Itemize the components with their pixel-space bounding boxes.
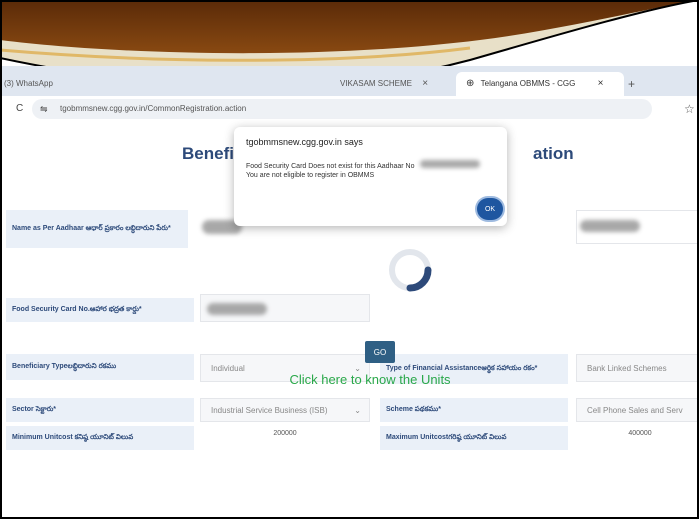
close-icon[interactable]: × (598, 78, 604, 89)
dialog-title: tgobmmsnew.cgg.gov.in says (246, 137, 363, 147)
go-button[interactable]: GO (365, 341, 395, 363)
globe-icon: ⊕ (466, 78, 475, 89)
tab-label: VIKASAM SCHEME (340, 79, 413, 88)
max-unitcost-label: Maximum Unitcostగరిష్ఠ యూనిట్ విలువ (380, 426, 568, 450)
min-unitcost-label: Minimum Unitcost కనిష్ఠ యూనిట్ విలువ (6, 426, 194, 450)
name-field-right[interactable] (576, 210, 699, 244)
units-link[interactable]: Click here to know the Units (0, 372, 699, 387)
loading-spinner-icon (389, 249, 432, 292)
page-title-end: ation (533, 144, 574, 163)
min-unitcost-value: 200000 (273, 430, 297, 437)
address-bar: C ⇋ tgobmmsnew.cgg.gov.in/CommonRegistra… (0, 96, 699, 123)
site-settings-icon[interactable]: ⇋ (40, 99, 48, 119)
tab-label: (3) WhatsApp (4, 79, 53, 88)
scheme-label: Scheme పథకము* (380, 398, 568, 422)
dialog-message-line1: Food Security Card Does not exist for th… (246, 160, 481, 170)
chevron-down-icon: ⌄ (354, 405, 361, 415)
reload-icon[interactable]: C (16, 96, 23, 122)
select-value: Industrial Service Business (ISB) (211, 405, 328, 415)
tab-label: Telangana OBMMS - CGG (480, 79, 576, 88)
select-value: Cell Phone Sales and Serv (587, 405, 683, 415)
food-security-label: Food Security Card No.ఆహార భద్రత కార్డు* (6, 298, 194, 322)
card-redacted (207, 303, 267, 315)
browser-tab-bar: (3) WhatsApp VIKASAM SCHEME × ⊕ Telangan… (0, 66, 699, 96)
scheme-select[interactable]: Cell Phone Sales and Serv (576, 398, 699, 422)
alert-dialog: tgobmmsnew.cgg.gov.in says Food Security… (234, 127, 507, 226)
tab-vikasam[interactable]: VIKASAM SCHEME × (340, 72, 452, 96)
dialog-message-line2: You are not eligible to register in OBMM… (246, 172, 375, 179)
max-unitcost-value: 400000 (628, 430, 652, 437)
new-tab-button[interactable]: + (628, 72, 648, 96)
food-security-field[interactable] (200, 294, 370, 322)
tab-whatsapp[interactable]: (3) WhatsApp (4, 72, 114, 96)
bookmark-star-icon[interactable]: ☆ (684, 96, 695, 122)
aadhaar-redacted (420, 160, 481, 168)
ok-button[interactable]: OK (477, 198, 503, 220)
url-field[interactable]: ⇋ tgobmmsnew.cgg.gov.in/CommonRegistrati… (32, 99, 652, 119)
sector-select[interactable]: Industrial Service Business (ISB) ⌄ (200, 398, 370, 422)
tab-obmms[interactable]: ⊕ Telangana OBMMS - CGG × (456, 72, 624, 96)
url-text: tgobmmsnew.cgg.gov.in/CommonRegistration… (60, 104, 247, 113)
close-icon[interactable]: × (422, 78, 428, 89)
sector-label: Sector సెక్టారు* (6, 398, 194, 422)
name-label: Name as Per Aadhaar ఆధార్ ప్రకారం లబ్ధిద… (6, 210, 188, 248)
page-title: Benefi (182, 144, 234, 163)
dialog-message-text: Food Security Card Does not exist for th… (246, 163, 415, 170)
